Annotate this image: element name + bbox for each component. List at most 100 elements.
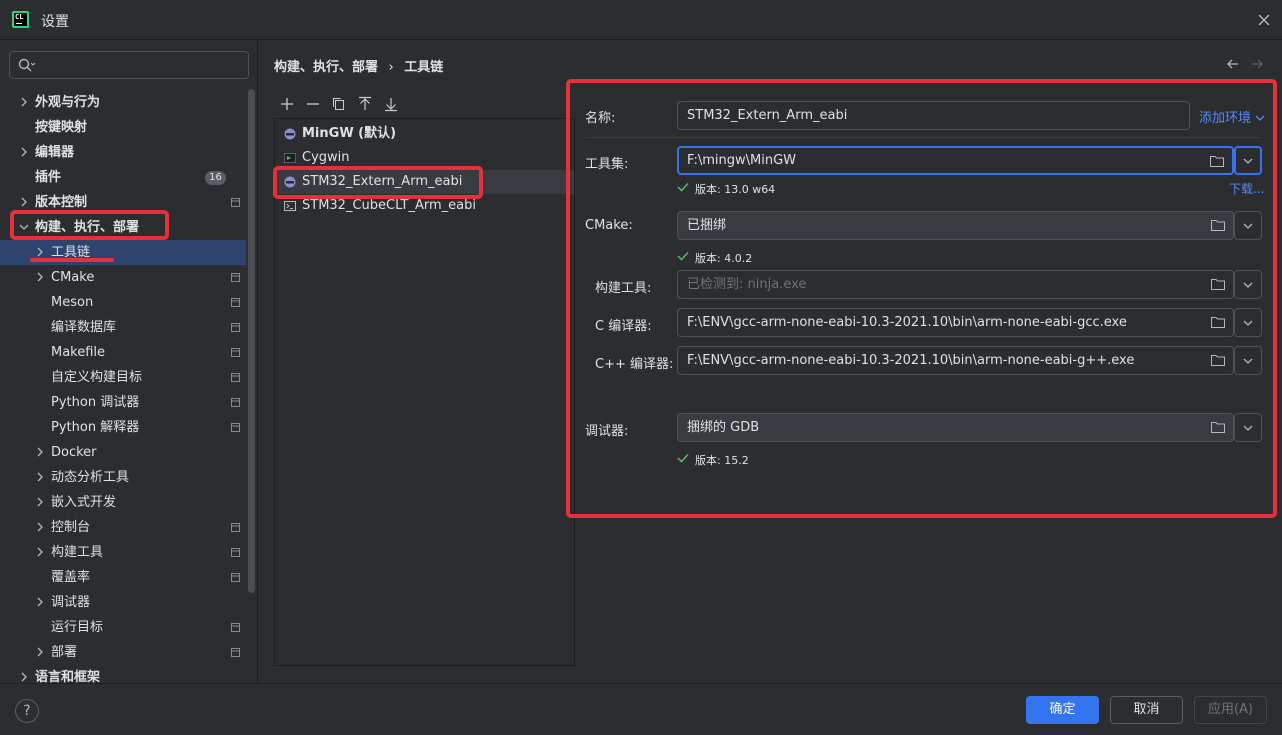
chevron-right-icon[interactable]	[35, 472, 45, 482]
sidebar-item[interactable]: 编译数据库	[0, 315, 246, 340]
chevron-right-icon[interactable]	[35, 647, 45, 657]
gnu-icon	[284, 128, 296, 140]
search-icon	[18, 58, 36, 72]
dialog-footer: ? 确定 取消 应用(A)	[0, 683, 1282, 735]
chevron-right-icon[interactable]	[35, 522, 45, 532]
breadcrumb-current: 工具链	[404, 60, 444, 75]
chevron-right-icon[interactable]	[35, 447, 45, 457]
annotation-box-toolchain-form	[566, 79, 1277, 518]
sidebar-item[interactable]: 嵌入式开发	[0, 490, 246, 515]
sidebar-item[interactable]: 调试器	[0, 590, 246, 615]
sidebar-item-label: 编译数据库	[51, 320, 117, 335]
project-level-icon	[231, 198, 240, 207]
copy-icon[interactable]	[331, 96, 347, 112]
close-icon	[1258, 14, 1270, 26]
project-level-icon	[231, 348, 240, 357]
sidebar-item-label: Makefile	[51, 345, 106, 360]
chevron-right-icon[interactable]	[35, 497, 45, 507]
sidebar-item[interactable]: CMake	[0, 265, 246, 290]
sidebar-item-label: CMake	[51, 270, 95, 285]
close-button[interactable]	[1252, 8, 1276, 32]
chevron-right-icon[interactable]	[19, 97, 29, 107]
plugin-count-badge: 16	[205, 171, 226, 185]
sidebar-item[interactable]: Makefile	[0, 340, 246, 365]
project-level-icon	[231, 573, 240, 582]
sidebar-item[interactable]: 构建工具	[0, 540, 246, 565]
move-down-icon[interactable]	[383, 96, 399, 112]
sidebar-item-label: Meson	[51, 295, 94, 310]
clion-app-icon: CL	[12, 11, 29, 28]
breadcrumb: 构建、执行、部署 › 工具链	[274, 56, 449, 75]
annotation-box-selected-toolchain	[273, 166, 483, 199]
sidebar-item[interactable]: 按键映射	[0, 115, 246, 140]
project-level-icon	[231, 648, 240, 657]
project-level-icon	[231, 298, 240, 307]
toolchain-item-label: MinGW (默认)	[302, 126, 397, 141]
sidebar-item[interactable]: 编辑器	[0, 140, 246, 165]
sidebar-item[interactable]: Python 解释器	[0, 415, 246, 440]
sidebar-item[interactable]: 覆盖率	[0, 565, 246, 590]
sidebar-item-label: 编辑器	[35, 145, 75, 160]
project-level-icon	[231, 323, 240, 332]
help-button[interactable]: ?	[15, 699, 39, 723]
project-level-icon	[231, 548, 240, 557]
sidebar-item[interactable]: Python 调试器	[0, 390, 246, 415]
sidebar-item[interactable]: 插件 16	[0, 165, 246, 190]
sidebar-item-label: 控制台	[51, 520, 91, 535]
chevron-right-icon[interactable]	[35, 272, 45, 282]
chevron-right-icon[interactable]	[35, 597, 45, 607]
project-level-icon	[231, 523, 240, 532]
annotation-box-build-section	[10, 210, 169, 240]
sidebar-item-label: 调试器	[51, 595, 91, 610]
sidebar-item-label: 外观与行为	[35, 95, 101, 110]
search-input[interactable]	[9, 51, 249, 79]
sidebar-item[interactable]: 动态分析工具	[0, 465, 246, 490]
sidebar-scrollbar[interactable]	[248, 89, 255, 593]
project-level-icon	[231, 273, 240, 282]
add-icon[interactable]	[279, 96, 295, 112]
sidebar-item-label: 插件	[35, 170, 62, 185]
sidebar-item-label: 自定义构建目标	[51, 370, 143, 385]
sidebar-item-label: 动态分析工具	[51, 470, 130, 485]
chevron-right-icon[interactable]	[19, 147, 29, 157]
sidebar-item-label: Python 解释器	[51, 420, 140, 435]
toolchain-list: MinGW (默认) Cygwin STM32_Extern_Arm_eabi STM…	[274, 118, 575, 666]
back-arrow-icon[interactable]	[1225, 56, 1241, 72]
ok-button[interactable]: 确定	[1026, 696, 1099, 724]
sidebar-item[interactable]: 自定义构建目标	[0, 365, 246, 390]
sidebar-item[interactable]: 控制台	[0, 515, 246, 540]
breadcrumb-separator: ›	[388, 60, 394, 75]
toolchain-item[interactable]: MinGW (默认)	[275, 122, 574, 146]
cygwin-icon	[284, 153, 296, 163]
sidebar-item-label: 构建工具	[51, 545, 104, 560]
move-up-icon[interactable]	[357, 96, 373, 112]
apply-button[interactable]: 应用(A)	[1194, 696, 1267, 724]
remove-icon[interactable]	[305, 96, 321, 112]
chevron-right-icon[interactable]	[35, 547, 45, 557]
sidebar-item-label: Python 调试器	[51, 395, 140, 410]
project-level-icon	[231, 373, 240, 382]
project-level-icon	[231, 398, 240, 407]
project-level-icon	[231, 623, 240, 632]
sidebar-item[interactable]: 外观与行为	[0, 90, 246, 115]
cancel-button[interactable]: 取消	[1110, 696, 1183, 724]
sidebar-item[interactable]: Meson	[0, 290, 246, 315]
settings-sidebar: 外观与行为 按键映射 编辑器 插件 16 版本控制 构建、执行、部署 工具链 CMake Meso…	[0, 40, 258, 685]
sidebar-item-label: 覆盖率	[51, 570, 91, 585]
sidebar-item[interactable]: 部署	[0, 640, 246, 665]
project-level-icon	[231, 423, 240, 432]
chevron-right-icon[interactable]	[19, 197, 29, 207]
sidebar-item-label: Docker	[51, 445, 97, 460]
title-bar: CL 设置	[0, 0, 1282, 40]
sidebar-item-label: 嵌入式开发	[51, 495, 117, 510]
breadcrumb-parent[interactable]: 构建、执行、部署	[274, 60, 378, 75]
sidebar-item-label: 按键映射	[35, 120, 88, 135]
chevron-right-icon[interactable]	[19, 672, 29, 682]
sidebar-item[interactable]: Docker	[0, 440, 246, 465]
chevron-right-icon[interactable]	[35, 247, 45, 257]
sidebar-item[interactable]: 运行目标	[0, 615, 246, 640]
terminal-icon	[284, 201, 296, 211]
forward-arrow-icon[interactable]	[1249, 56, 1265, 72]
sidebar-item-label: 部署	[51, 645, 78, 660]
annotation-underline-toolchain	[30, 258, 114, 262]
